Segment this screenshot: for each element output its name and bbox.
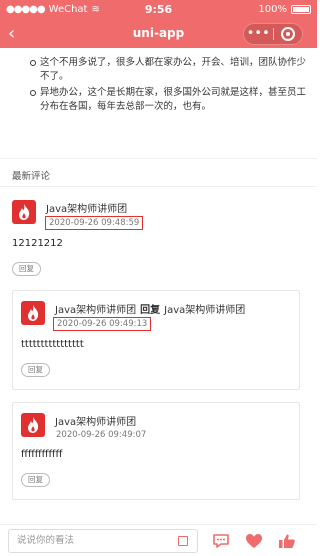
avatar[interactable] (21, 301, 45, 325)
reply-date: 2020-09-26 09:49:07 (56, 430, 147, 440)
avatar[interactable] (12, 200, 36, 224)
reply-text: ffffffffffff (21, 449, 63, 460)
status-right: 100% (258, 4, 311, 15)
comment-text: 12121212 (12, 238, 63, 249)
section-divider (0, 158, 317, 159)
heart-icon[interactable] (243, 530, 265, 552)
article-bullet: 这个不用多说了，很多人都在家办公，开会、培训，团队协作少不了。 (30, 56, 310, 84)
reply-word: 回复 (140, 305, 161, 316)
reply-header: Java架构师讲师团 回复 Java架构师讲师团 (55, 301, 245, 316)
flame-icon (28, 305, 39, 321)
status-bar: ●●●●● WeChat ≋ 9:56 100% (0, 0, 317, 20)
reply-card: Java架构师讲师团 2020-09-26 09:49:07 fffffffff… (12, 402, 300, 500)
mini-program-capsule: ••• (243, 23, 303, 45)
flame-icon (19, 204, 30, 220)
more-icon[interactable]: ••• (244, 23, 273, 45)
bottom-bar: 说说你的看法 (0, 524, 317, 556)
reply-author[interactable]: Java架构师讲师团 (55, 305, 136, 316)
article-bullet: 异地办公，这个是长期在家，很多国外公司就是这样，甚至员工分布在各国，每年去总部一… (30, 86, 310, 114)
article-bullets: 这个不用多说了，很多人都在家办公，开会、培训，团队协作少不了。 异地办公，这个是… (30, 56, 310, 116)
latest-comments-label: 最新评论 (12, 171, 51, 182)
battery-icon (291, 5, 311, 14)
reply-button[interactable]: 回复 (21, 363, 50, 377)
comment-date: 2020-09-26 09:48:59 (45, 216, 144, 230)
reply-author[interactable]: Java架构师讲师团 (55, 413, 136, 428)
flame-icon (28, 417, 39, 433)
reply-to-author[interactable]: Java架构师讲师团 (164, 305, 245, 316)
comment-input[interactable]: 说说你的看法 (8, 529, 198, 553)
avatar[interactable] (21, 413, 45, 437)
nav-bar: ‹ uni-app ••• (0, 20, 317, 48)
close-target-icon[interactable] (273, 27, 302, 41)
reply-text: tttttttttttttttt (21, 339, 84, 350)
battery-percent: 100% (258, 4, 287, 15)
reply-button[interactable]: 回复 (21, 473, 50, 487)
comment-icon[interactable] (210, 530, 232, 552)
comment-author[interactable]: Java架构师讲师团 (46, 200, 127, 215)
reply-date: 2020-09-26 09:49:13 (53, 317, 152, 331)
thumbs-up-icon[interactable] (276, 530, 298, 552)
reply-card: Java架构师讲师团 回复 Java架构师讲师团 2020-09-26 09:49:… (12, 290, 300, 390)
reply-button[interactable]: 回复 (12, 262, 41, 276)
section-divider (0, 186, 317, 187)
edit-icon (178, 536, 188, 546)
